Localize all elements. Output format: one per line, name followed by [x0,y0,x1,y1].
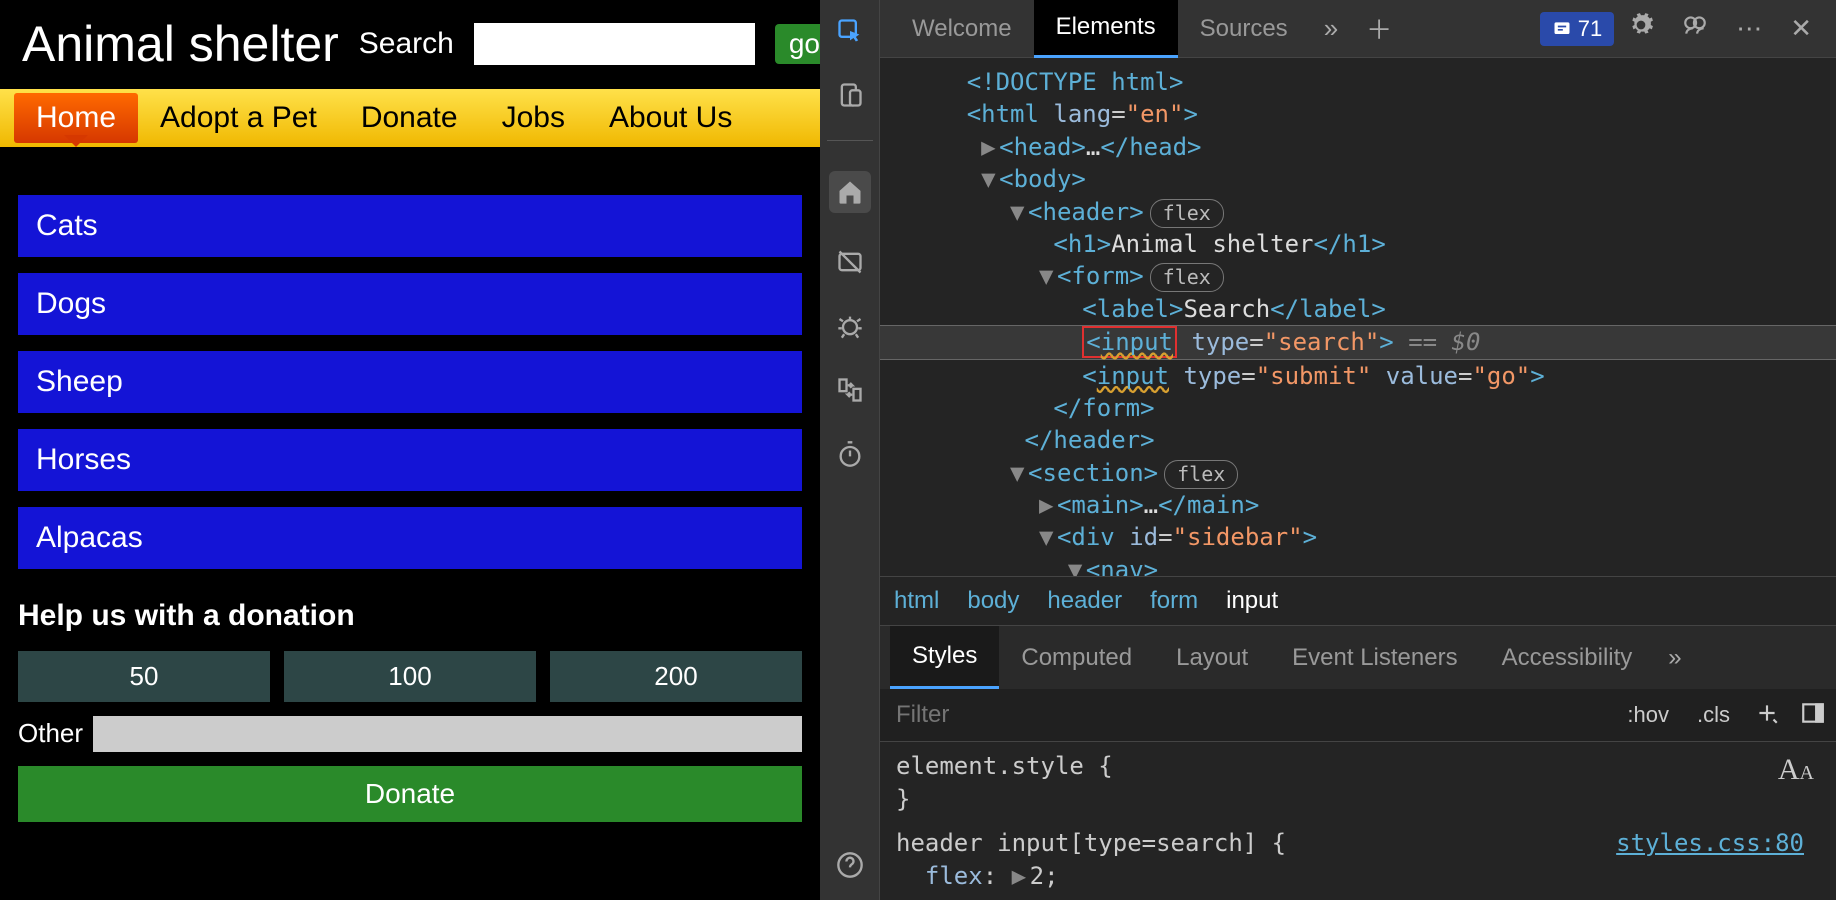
styles-tabbar: Styles Computed Layout Event Listeners A… [880,625,1836,689]
donate-button[interactable]: Donate [18,766,802,822]
other-input[interactable] [93,716,802,752]
nav-adopt[interactable]: Adopt a Pet [138,93,339,143]
other-row: Other [18,716,802,752]
rendered-page: Animal shelter Search go Home Adopt a Pe… [0,0,820,900]
cat-alpacas[interactable]: Alpacas [18,507,802,569]
new-rule-icon[interactable] [1744,700,1790,730]
tool-strip [820,0,880,900]
stab-styles[interactable]: Styles [890,626,999,689]
crumb-form[interactable]: form [1150,587,1198,615]
cat-cats[interactable]: Cats [18,195,802,257]
stab-computed[interactable]: Computed [999,628,1154,688]
amount-100[interactable]: 100 [284,651,536,702]
more-stabs-icon[interactable]: » [1654,644,1695,672]
crumb-body[interactable]: body [967,587,1019,615]
other-label: Other [18,718,83,749]
styles-filter-bar: :hov .cls [880,689,1836,742]
devtools-main: Welcome Elements Sources » ＋ 71 ⋯ ✕ <!DO… [880,0,1836,900]
kebab-icon[interactable]: ⋯ [1722,13,1776,44]
panel-toggle-icon[interactable] [1790,700,1836,730]
devtools: Welcome Elements Sources » ＋ 71 ⋯ ✕ <!DO… [820,0,1836,900]
cat-horses[interactable]: Horses [18,429,802,491]
crumb-html[interactable]: html [894,587,939,615]
amount-50[interactable]: 50 [18,651,270,702]
issues-badge[interactable]: 71 [1540,12,1614,46]
tab-elements[interactable]: Elements [1034,0,1178,58]
cls-toggle[interactable]: .cls [1683,702,1744,728]
stab-accessibility[interactable]: Accessibility [1480,628,1655,688]
device-icon[interactable] [835,80,865,110]
css-val[interactable]: 2 [1030,862,1044,890]
cat-sheep[interactable]: Sheep [18,351,802,413]
rule-selector: header input[type=search] { [896,829,1286,857]
stab-events[interactable]: Event Listeners [1270,628,1479,688]
site-title: Animal shelter [22,18,339,71]
donation-heading: Help us with a donation [18,599,802,633]
transfer-icon[interactable] [835,375,865,405]
stopwatch-icon[interactable] [835,439,865,469]
breadcrumbs: html body header form input [880,576,1836,625]
tab-welcome[interactable]: Welcome [890,1,1034,57]
amount-200[interactable]: 200 [550,651,802,702]
search-label: Search [359,27,454,61]
page-content: Cats Dogs Sheep Horses Alpacas Help us w… [0,147,820,822]
css-prop[interactable]: flex [925,862,983,890]
gear-icon[interactable] [1614,12,1668,45]
devtools-tabbar: Welcome Elements Sources » ＋ 71 ⋯ ✕ [880,0,1836,58]
source-link[interactable]: styles.css:80 [1616,827,1804,859]
nav-home[interactable]: Home [14,93,138,143]
css-rules[interactable]: AA element.style { } header input[type=s… [880,742,1836,900]
hov-toggle[interactable]: :hov [1613,702,1683,728]
nav-about[interactable]: About Us [587,93,754,143]
search-input[interactable] [474,23,755,65]
inspect-icon[interactable] [835,16,865,46]
crumb-input[interactable]: input [1226,587,1278,615]
image-off-icon[interactable] [835,247,865,277]
home-icon[interactable] [829,171,871,213]
nav-donate[interactable]: Donate [339,93,480,143]
feedback-icon[interactable] [1668,12,1722,45]
more-tabs-icon[interactable]: » [1310,13,1352,44]
cat-dogs[interactable]: Dogs [18,273,802,335]
font-size-icon[interactable]: AA [1778,750,1814,791]
main-nav: Home Adopt a Pet Donate Jobs About Us [0,89,820,147]
close-icon[interactable]: ✕ [1776,13,1826,44]
selected-dom-node: … <input type="search"> == $0 [880,325,1836,359]
amount-row: 50 100 200 [18,651,802,702]
stab-layout[interactable]: Layout [1154,628,1270,688]
filter-input[interactable] [880,689,1613,741]
bug-icon[interactable] [835,311,865,341]
search-form: Search go [359,23,834,65]
nav-jobs[interactable]: Jobs [480,93,587,143]
dom-tree[interactable]: <!DOCTYPE html> <html lang="en"> ▶<head>… [880,58,1836,576]
crumb-header[interactable]: header [1047,587,1122,615]
add-tab-icon[interactable]: ＋ [1352,10,1406,47]
page-header: Animal shelter Search go [0,0,820,89]
element-style-sel: element.style { [896,750,1820,782]
element-style-close: } [896,783,1820,815]
tab-sources[interactable]: Sources [1178,1,1310,57]
help-icon[interactable] [835,850,865,880]
